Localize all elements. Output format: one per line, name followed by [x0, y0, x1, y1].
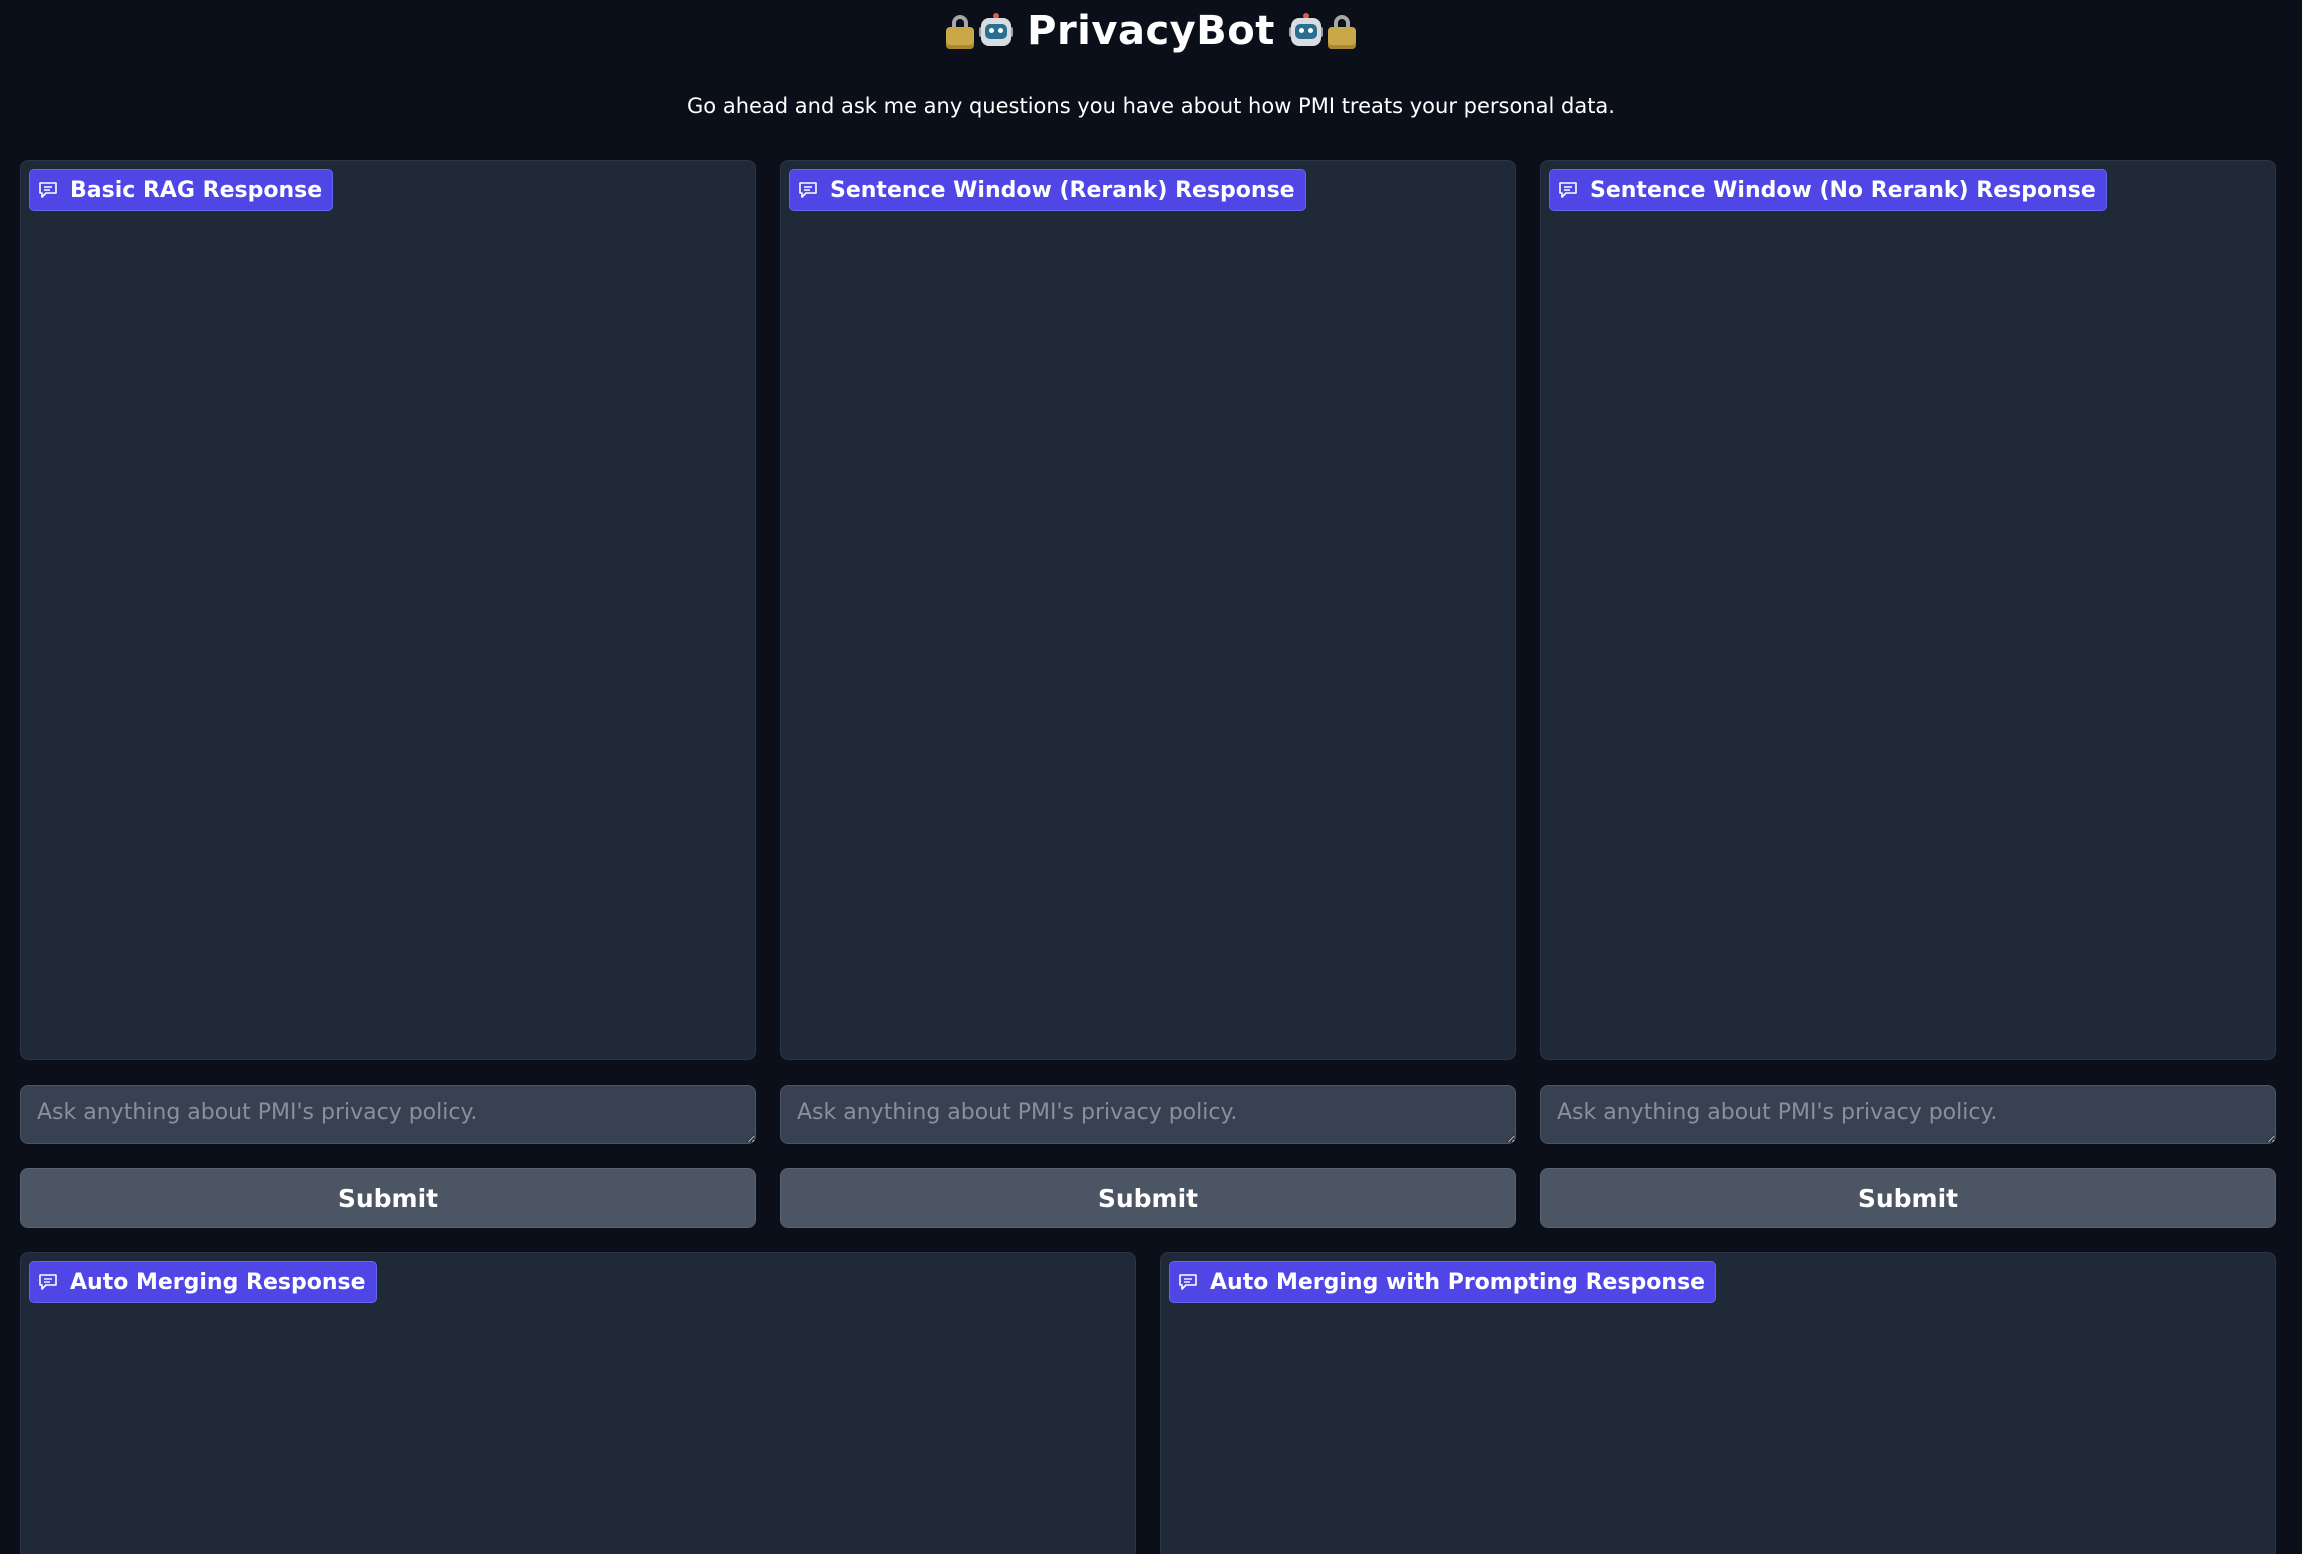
chatbot-label-text: Auto Merging with Prompting Response: [1210, 1269, 1706, 1295]
chat-bubble-icon: [1179, 1274, 1197, 1290]
chatbot-sentence-window-rerank[interactable]: Sentence Window (Rerank) Response: [780, 160, 1516, 1060]
chatbot-label: Sentence Window (Rerank) Response: [789, 169, 1306, 211]
chatbot-label-text: Sentence Window (No Rerank) Response: [1590, 177, 2096, 203]
chatbot-auto-merging-prompting[interactable]: Auto Merging with Prompting Response: [1160, 1252, 2276, 1554]
submit-button-sentence-window-rerank[interactable]: Submit: [780, 1168, 1516, 1228]
chatbot-label-text: Basic RAG Response: [70, 177, 323, 203]
submit-button-sentence-window-no-rerank[interactable]: Submit: [1540, 1168, 2276, 1228]
lock-icon: [1327, 13, 1357, 49]
robot-icon: [1288, 13, 1323, 49]
chat-bubble-icon: [39, 182, 57, 198]
page-subtitle: Go ahead and ask me any questions you ha…: [687, 94, 1615, 118]
chatbot-label-text: Sentence Window (Rerank) Response: [830, 177, 1295, 203]
query-input-sentence-window-no-rerank[interactable]: [1540, 1085, 2276, 1144]
robot-icon: [979, 13, 1014, 49]
chat-bubble-icon: [799, 182, 817, 198]
header: PrivacyBot: [0, 0, 2302, 62]
chatbot-label: Basic RAG Response: [29, 169, 334, 211]
chat-bubble-icon: [1559, 182, 1577, 198]
chatbot-label: Auto Merging with Prompting Response: [1169, 1261, 1717, 1303]
chatbot-label-text: Auto Merging Response: [70, 1269, 366, 1295]
privacybot-page: PrivacyBot Go ahead and ask me any quest…: [0, 0, 2302, 1554]
query-input-sentence-window-rerank[interactable]: [780, 1085, 1516, 1144]
submit-button-basic-rag[interactable]: Submit: [20, 1168, 756, 1228]
chatbot-sentence-window-no-rerank[interactable]: Sentence Window (No Rerank) Response: [1540, 160, 2276, 1060]
header-left-icons: [945, 13, 1014, 49]
lock-icon: [945, 13, 975, 49]
chatbot-auto-merging[interactable]: Auto Merging Response: [20, 1252, 1136, 1554]
page-title: PrivacyBot: [1027, 8, 1275, 54]
query-input-basic-rag[interactable]: [20, 1085, 756, 1144]
chatbot-label: Auto Merging Response: [29, 1261, 377, 1303]
chatbot-basic-rag[interactable]: Basic RAG Response: [20, 160, 756, 1060]
chat-bubble-icon: [39, 1274, 57, 1290]
chatbot-label: Sentence Window (No Rerank) Response: [1549, 169, 2107, 211]
header-right-icons: [1288, 13, 1357, 49]
